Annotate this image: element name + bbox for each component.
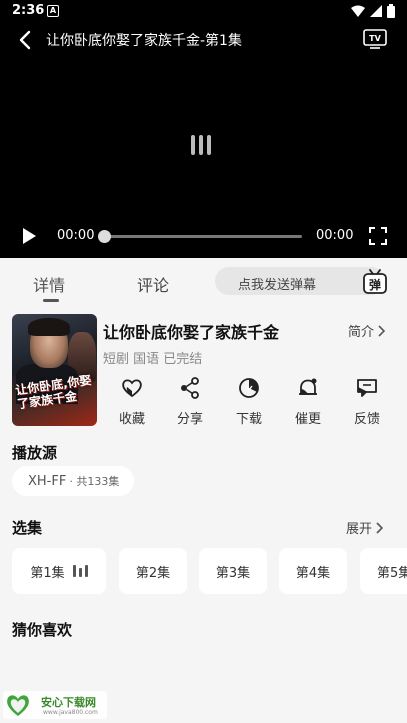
battery-icon <box>387 4 395 18</box>
video-title: 让你卧底你娶了家族千金-第1集 <box>46 33 242 49</box>
show-meta: 短剧 国语 已完结 <box>103 352 203 367</box>
tabs-row: 详情 评论 点我发送弹幕 弹 <box>0 258 407 304</box>
svg-text:TV: TV <box>369 34 381 43</box>
expand-episodes-link[interactable]: 展开 <box>346 518 384 537</box>
danmaku-placeholder[interactable]: 点我发送弹幕 <box>238 274 316 293</box>
favorite-label: 收藏 <box>118 412 145 427</box>
video-player[interactable]: 2:36 A 让你卧底你娶了家族千金-第1集 TV 00:00 00:00 <box>0 0 407 258</box>
episode-label: 第3集 <box>215 565 251 581</box>
status-time: 2:36 <box>12 3 45 18</box>
tab-detail[interactable]: 详情 <box>33 272 65 296</box>
episode-item-2[interactable]: 第2集 <box>119 548 187 594</box>
intro-link[interactable]: 简介 <box>348 321 386 340</box>
wifi-icon <box>351 5 365 17</box>
favorite-button[interactable]: 收藏 <box>104 377 160 427</box>
source-episode-count: · 共133集 <box>69 475 120 488</box>
remind-update-label: 催更 <box>294 412 321 427</box>
tab-indicator <box>43 299 59 302</box>
episode-item-1[interactable]: 第1集 <box>12 548 106 594</box>
feedback-button[interactable]: 反馈 <box>339 377 395 427</box>
episode-label: 第2集 <box>135 565 171 581</box>
show-title: 让你卧底你娶了家族千金 <box>103 323 280 342</box>
heart-logo-icon <box>7 695 29 716</box>
play-icon[interactable] <box>21 227 37 245</box>
episode-item-3[interactable]: 第3集 <box>199 548 267 594</box>
remind-update-button[interactable]: 催更 <box>280 377 336 427</box>
episode-list[interactable]: 第1集 第2集 第3集 第4集 第5集 <box>12 548 407 594</box>
loading-indicator <box>191 133 217 157</box>
share-button[interactable]: 分享 <box>162 377 218 427</box>
recommend-section-title: 猜你喜欢 <box>12 621 73 639</box>
seek-bar[interactable] <box>104 235 302 238</box>
current-time: 00:00 <box>57 228 95 243</box>
seek-thumb[interactable] <box>98 230 111 243</box>
source-name: XH-FF <box>28 473 67 489</box>
watermark-url: www.java800.com <box>43 709 98 716</box>
episode-label: 第1集 <box>30 565 65 581</box>
site-watermark: 安心下载网 www.java800.com <box>3 691 107 719</box>
bell-icon <box>299 378 317 395</box>
status-bar: 2:36 A <box>0 0 407 22</box>
episode-label: 第4集 <box>295 565 331 581</box>
source-section-title: 播放源 <box>12 444 58 462</box>
episode-item-4[interactable]: 第4集 <box>279 548 347 594</box>
download-label: 下载 <box>235 412 262 427</box>
heart-icon <box>122 379 142 398</box>
danmaku-toggle-icon[interactable]: 弹 <box>362 269 388 295</box>
episodes-section-title: 选集 <box>12 519 43 537</box>
share-icon <box>181 377 199 399</box>
status-icons <box>351 4 395 18</box>
share-label: 分享 <box>176 412 203 427</box>
feedback-icon <box>357 379 377 397</box>
feedback-label: 反馈 <box>353 412 380 427</box>
download-button[interactable]: 下载 <box>221 377 277 427</box>
notification-icon: A <box>47 5 59 17</box>
tv-cast-icon[interactable]: TV <box>362 28 388 50</box>
chevron-right-icon <box>376 521 384 534</box>
download-icon <box>239 378 259 398</box>
svg-text:弹: 弹 <box>369 277 381 292</box>
now-playing-icon <box>72 565 88 577</box>
total-time: 00:00 <box>316 228 354 243</box>
intro-label: 简介 <box>348 325 375 340</box>
back-icon[interactable] <box>14 28 38 52</box>
tab-comments[interactable]: 评论 <box>137 272 169 296</box>
signal-icon <box>370 5 382 17</box>
episode-item-5[interactable]: 第5集 <box>360 548 407 594</box>
expand-label: 展开 <box>346 522 373 537</box>
action-bar: 收藏 分享 下载 催更 反馈 <box>102 377 397 427</box>
source-chip[interactable]: XH-FF · 共133集 <box>12 466 134 496</box>
fullscreen-icon[interactable] <box>369 227 387 245</box>
episode-label: 第5集 <box>377 565 407 581</box>
show-poster[interactable]: 让你卧底,你娶了家族千金 <box>12 314 97 426</box>
watermark-name: 安心下载网 <box>41 696 96 709</box>
chevron-right-icon <box>378 324 386 337</box>
